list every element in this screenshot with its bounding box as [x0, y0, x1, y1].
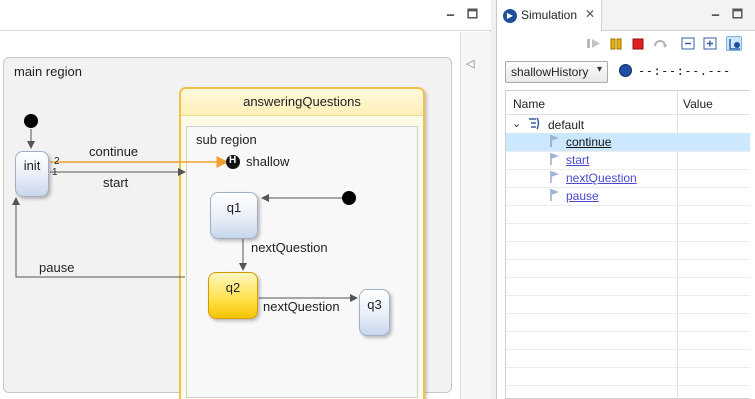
- pause-transition-label: pause: [39, 260, 75, 275]
- simulation-toolbar: [497, 31, 755, 55]
- event-link-continue[interactable]: continue: [566, 135, 611, 149]
- state-q1[interactable]: q1: [210, 192, 258, 239]
- statechart-editor: 🗕 🗖 main region answeringQuestions sub r…: [0, 0, 491, 399]
- column-header-value[interactable]: Value: [683, 97, 713, 111]
- grid-line: [506, 259, 750, 260]
- tree-row-event-pause[interactable]: pause: [506, 187, 750, 205]
- event-flag-icon: [549, 188, 561, 202]
- grid-line: [506, 385, 750, 386]
- tree-row-event-continue[interactable]: continue: [506, 133, 750, 151]
- start-transition-label: start: [103, 175, 129, 190]
- state-q3-label: q3: [367, 297, 382, 312]
- editor-top-bar: 🗕 🗖: [0, 0, 491, 31]
- execution-mode-dropdown[interactable]: shallowHistory ▾: [505, 61, 608, 83]
- expand-all-icon[interactable]: [702, 36, 718, 51]
- event-flag-icon: [549, 170, 561, 184]
- state-q2-label: q2: [225, 280, 241, 295]
- scroll-left-arrow-icon[interactable]: ◁: [466, 58, 478, 70]
- simulation-clock: --:--:--.---: [638, 64, 731, 78]
- continue-transition-label: continue: [89, 144, 139, 159]
- chevron-down-icon: ▾: [596, 64, 602, 75]
- event-flag-icon: [549, 152, 561, 166]
- chevron-down-icon[interactable]: ⌄: [512, 117, 521, 130]
- diagram-canvas[interactable]: main region answeringQuestions sub regio…: [0, 32, 460, 399]
- minimize-icon[interactable]: 🗕: [444, 8, 457, 21]
- q1-to-q2-transition-label: nextQuestion: [251, 240, 328, 255]
- grid-line: [506, 313, 750, 314]
- editor-side-scrollbar[interactable]: ◁: [460, 32, 491, 399]
- grid-line: [506, 241, 750, 242]
- link-with-editor-icon[interactable]: [726, 36, 742, 51]
- shallow-history-label: shallow: [246, 154, 290, 169]
- tree-row-event-nextquestion[interactable]: nextQuestion: [506, 169, 750, 187]
- tree-row-event-start[interactable]: start: [506, 151, 750, 169]
- tree-header: Name Value: [506, 91, 750, 115]
- state-q2-active[interactable]: q2: [208, 272, 258, 319]
- tab-simulation[interactable]: ▶ Simulation ✕: [497, 0, 602, 31]
- clock-icon: [619, 64, 632, 77]
- grid-line: [506, 205, 750, 206]
- event-link-pause[interactable]: pause: [566, 189, 599, 203]
- execution-mode-selected: shallowHistory: [511, 65, 589, 79]
- column-header-name[interactable]: Name: [513, 97, 545, 111]
- maximize-icon[interactable]: 🗖: [466, 8, 479, 21]
- workbench-window: 🗕 🗖 main region answeringQuestions sub r…: [0, 0, 755, 399]
- simulation-play-icon: ▶: [503, 9, 517, 23]
- suspend-icon[interactable]: [608, 36, 624, 51]
- grid-line: [506, 367, 750, 368]
- main-initial-pseudostate[interactable]: [24, 114, 38, 128]
- simulation-view: ▶ Simulation ✕ 🗕 🗖 shallowHistory ▾ --:-…: [496, 0, 755, 399]
- scope-icon: [527, 117, 541, 130]
- resume-icon[interactable]: [586, 36, 602, 51]
- close-tab-icon[interactable]: ✕: [585, 7, 595, 21]
- simulation-variable-tree[interactable]: Name Value ⌄ default continue start next…: [505, 90, 750, 399]
- simulation-tab-bar: ▶ Simulation ✕ 🗕 🗖: [497, 0, 755, 31]
- sim-maximize-icon[interactable]: 🗖: [731, 8, 744, 21]
- simulation-tab-title: Simulation: [521, 8, 578, 22]
- grid-line: [506, 223, 750, 224]
- simulation-controls: shallowHistory ▾ --:--:--.---: [497, 56, 755, 88]
- grid-line: [506, 277, 750, 278]
- history-symbol: H: [229, 155, 237, 166]
- event-flag-icon: [549, 134, 561, 148]
- collapse-all-icon[interactable]: [680, 36, 696, 51]
- tree-row-scope-default[interactable]: ⌄ default: [506, 115, 750, 133]
- grid-line: [506, 295, 750, 296]
- state-q1-label: q1: [226, 200, 242, 215]
- event-link-start[interactable]: start: [566, 153, 589, 167]
- grid-line: [506, 331, 750, 332]
- transition-priority-1: 1: [52, 167, 58, 178]
- state-init[interactable]: init: [15, 151, 49, 197]
- sub-initial-pseudostate[interactable]: [342, 191, 356, 205]
- state-init-label: init: [23, 158, 41, 173]
- transition-priority-2: 2: [54, 156, 60, 167]
- scope-label: default: [548, 118, 585, 132]
- event-link-nextquestion[interactable]: nextQuestion: [566, 171, 637, 185]
- terminate-icon[interactable]: [630, 36, 646, 51]
- q2-to-q3-transition-label: nextQuestion: [263, 299, 340, 314]
- step-icon[interactable]: [652, 36, 668, 51]
- sim-minimize-icon[interactable]: 🗕: [709, 8, 722, 21]
- state-q3[interactable]: q3: [359, 289, 390, 336]
- grid-line: [506, 349, 750, 350]
